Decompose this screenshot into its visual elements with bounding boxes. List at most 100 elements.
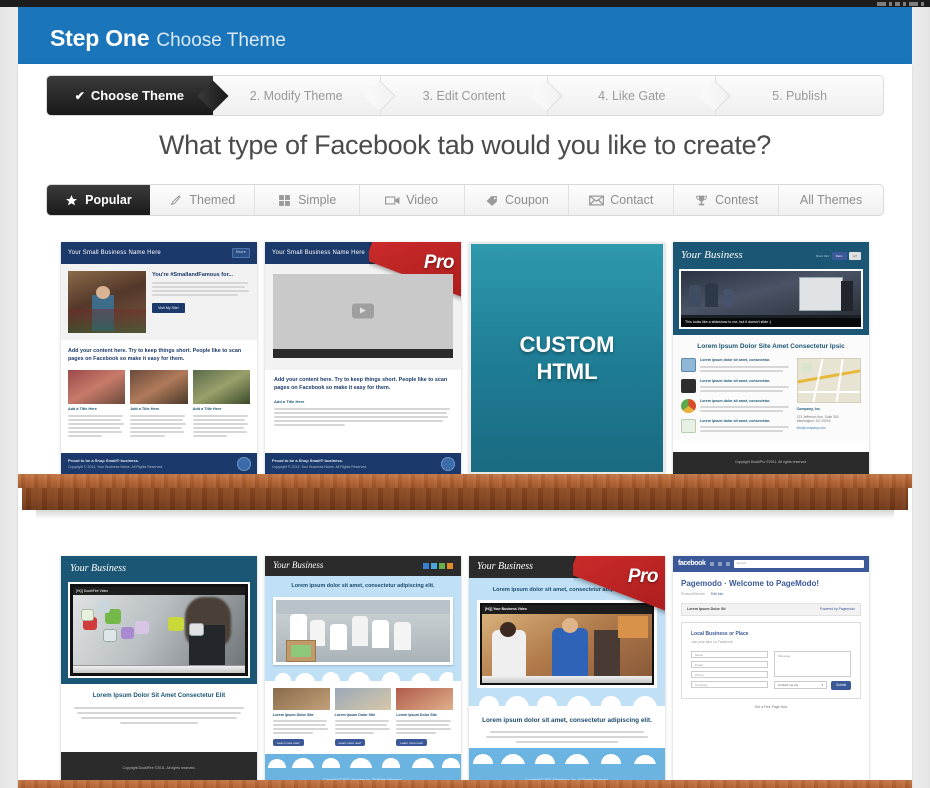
tab-video[interactable]: Video [360,185,465,215]
share-this-label: Share this! [815,253,830,258]
tab-coupon-label: Coupon [505,193,549,207]
tab-contest[interactable]: Contest [674,185,780,215]
col-button[interactable]: Learn more now! [334,739,366,747]
theme-card-doublfire-video-pro[interactable]: Your Business [HQ] DoublFire Video Lorem… [61,556,257,788]
category-tabs: Popular Themed Simple Video Coupon Conta… [46,184,884,216]
theme-hero: You're #SmallandFamous for... Visit My S… [61,264,257,340]
custom-html-line-1: CUSTOM [519,331,615,357]
fb-nav-icon-2[interactable] [717,562,722,566]
theme-card-volunteer-clouds[interactable]: Your Business Lorem ipsum dolor sit amet… [265,556,461,788]
star-icon [64,194,79,207]
input-company[interactable]: Company [691,680,768,688]
step-label-strong: Step One [50,25,150,51]
theme-header: Your Small Business Name Here [265,242,461,264]
custom-html-panel: CUSTOM HTML [469,242,665,474]
theme-content: Add your content here. Try to keep thing… [265,370,461,435]
facebook-search-input[interactable]: Search [733,560,864,568]
video-icon [385,194,400,207]
company-address-2: Washington, DC 20004 [796,419,831,424]
video-player: [HQ] Your Business Video [477,600,657,689]
tab-contact-label: Contact [610,193,654,207]
main-question: What type of Facebook tab would you like… [158,130,772,160]
select-contact-via[interactable]: Contact me via [778,683,798,687]
step-label-light: Choose Theme [156,30,286,51]
list-item-title: Lorem ipsum dolor sit amet, consectetur. [700,418,771,423]
content-heading: Add your content here. Try to keep thing… [68,348,242,363]
col-photo [68,370,126,405]
hero-body-lines [152,282,250,297]
tab-contact[interactable]: Contact [569,185,675,215]
theme-video [265,264,461,370]
section-title: Lorem Ipsum Dolor Sit Amet Consectetur E… [92,692,226,700]
footer-line-2: Copyright © 2014, Your Business Name. Al… [272,464,368,469]
tab-popular[interactable]: Popular [47,185,150,215]
theme-header: Your Business [265,556,461,576]
tab-themed[interactable]: Themed [150,185,255,215]
play-button-icon [352,303,374,319]
social-icon-twitter[interactable] [431,563,437,569]
theme-header: Your Business Share this! Share 125 [679,248,863,269]
theme-header-title: Your Business [681,249,743,261]
share-button: Share [231,247,250,259]
theme-card-small-business-flowers[interactable]: Your Small Business Name Here Share You'… [61,242,257,474]
camera-icon [681,378,696,393]
step-1-choose-theme[interactable]: ✔ Choose Theme [47,76,213,115]
theme-card-your-business-corporate[interactable]: Your Business Share this! Share 125 This… [673,242,869,474]
hero-cta-button: Visit My Site! [152,303,185,314]
social-icon-rss[interactable] [439,563,445,569]
col-title: Add a Title Here [130,407,160,412]
col-photo [192,370,250,405]
tray-icon-5 [909,1,918,6]
step-4-label: 4. Like Gate [598,88,666,103]
col-photo [130,370,188,405]
form-title: Local Business or Place [691,630,749,637]
tab-all-themes[interactable]: All Themes [779,185,883,215]
header-buttons: Share this! Share 125 [815,251,861,261]
chevron-down-icon: ▾ [821,683,824,688]
theme-card-custom-html[interactable]: CUSTOM HTML [469,242,665,474]
tab-simple[interactable]: Simple [255,185,360,215]
tray-icon-4 [903,1,906,6]
shelf-2 [18,780,912,788]
step-4-like-gate[interactable]: 4. Like Gate [548,76,717,115]
theme-card-small-business-video-pro[interactable]: Your Small Business Name Here Pro Add yo… [265,242,461,474]
theme-footer: Proud to be a Shop Small® business. Copy… [265,453,461,474]
bottom-link[interactable]: Get a Free Page Now [673,705,869,710]
step-3-edit-content[interactable]: 3. Edit Content [381,76,549,115]
sub-title: Add a Title Here [274,399,305,405]
video-label: [HQ] DoublFire Video [73,586,245,596]
tab-all-themes-label: All Themes [799,193,863,207]
pie-chart-icon [681,398,696,413]
social-icon-facebook[interactable] [423,563,429,569]
tag-icon [484,194,499,207]
footer-line-2: Copyright © 2014, Your Business Name. Al… [68,464,164,469]
video-label: [HQ] Your Business Video [482,605,652,615]
submit-button[interactable]: Submit [831,680,851,690]
input-phone[interactable]: Phone [691,670,768,678]
body-lines [479,731,655,744]
theme-card-pagemodo-facebook-contact[interactable]: facebook Search Pagemodo · Welcome to Pa… [673,556,869,788]
fb-nav-icon-3[interactable] [725,562,730,566]
company-email[interactable]: info@company.com [797,426,861,431]
theme-footer: Proud to be a Shop Small® business. Copy… [61,453,257,474]
list-item-title: Lorem ipsum dolor sit amet, consectetur. [700,358,771,363]
theme-card-your-business-video-pro-clouds[interactable]: Your Business Pro Lorem ipsum dolor sit … [469,556,665,788]
col-photo [273,687,330,710]
input-name[interactable]: Name [691,650,768,658]
input-email[interactable]: Email [691,660,768,668]
input-message[interactable]: Message [774,650,851,677]
edit-info-link[interactable]: Edit Info [711,592,723,597]
fb-nav-icon-1[interactable] [709,562,714,566]
facebook-logo: facebook [678,559,706,567]
col-button[interactable]: Learn more now! [273,739,304,747]
social-icon-mail[interactable] [447,563,453,569]
step-5-publish[interactable]: 5. Publish [716,76,883,115]
shelf-1 [18,474,912,519]
fb-share-button[interactable]: Share [831,251,847,261]
list-item-title: Lorem ipsum dolor sit amet, consectetur. [700,398,771,403]
step-2-modify-theme[interactable]: 2. Modify Theme [213,76,381,115]
tab-coupon[interactable]: Coupon [465,185,570,215]
hero-heading: You're #SmallandFamous for... [152,272,234,278]
col-button[interactable]: Learn more now! [396,739,427,747]
tray-icon-6 [921,1,924,6]
